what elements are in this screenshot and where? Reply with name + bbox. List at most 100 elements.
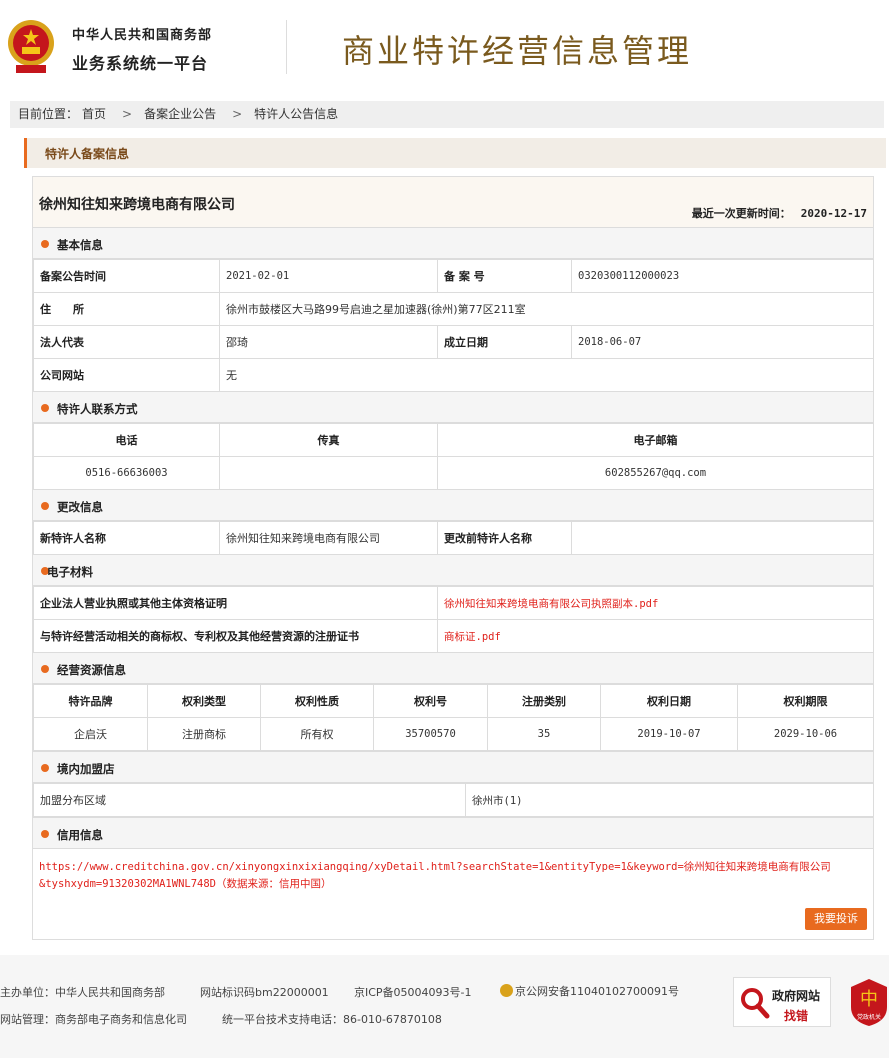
- table-row: 与特许经营活动相关的商标权、专利权及其他经营资源的注册证书 商标证.pdf: [33, 619, 874, 653]
- subhead-title: 经营资源信息: [57, 663, 126, 677]
- header: 中华人民共和国商务部 业务系统统一平台 商业特许经营信息管理: [0, 0, 889, 95]
- police-badge-icon: [500, 984, 513, 997]
- table-row: 0516-66636003 602855267@qq.com: [33, 456, 874, 490]
- subhead-title: 更改信息: [57, 500, 103, 514]
- gov-badge-line1: 政府网站: [772, 989, 821, 1003]
- subhead-title: 特许人联系方式: [57, 402, 138, 416]
- national-emblem-icon: [8, 20, 54, 73]
- bullet-icon: [41, 502, 49, 510]
- breadcrumb-separator: >: [232, 107, 243, 121]
- footer-support: 统一平台技术支持电话：86-010-67870108: [222, 1013, 442, 1026]
- subhead-title: 信用信息: [57, 828, 103, 842]
- website-label: 公司网站: [33, 358, 220, 392]
- subhead-materials: 电子材料: [33, 554, 873, 586]
- old-name-value: [571, 521, 874, 555]
- update-time-label: 最近一次更新时间：: [691, 207, 791, 220]
- column-header: 注册类别: [487, 684, 601, 718]
- company-name: 徐州知往知来跨境电商有限公司: [39, 197, 235, 213]
- column-header: 电话: [33, 423, 220, 457]
- table-row: 特许品牌 权利类型 权利性质 权利号 注册类别 权利日期 权利期限: [33, 684, 874, 718]
- publish-time-label: 备案公告时间: [33, 259, 220, 293]
- bullet-icon: [41, 665, 49, 673]
- subhead-title: 境内加盟店: [57, 762, 115, 776]
- phone-value: 0516-66636003: [33, 456, 220, 490]
- column-header: 权利号: [373, 684, 488, 718]
- table-cell: 所有权: [260, 717, 374, 751]
- gov-site-error-badge[interactable]: 政府网站 找错: [733, 977, 831, 1027]
- breadcrumb: 目前位置： 首页 > 备案企业公告 > 特许人公告信息: [10, 101, 884, 128]
- footer-police-text[interactable]: 京公网安备11040102700091号: [515, 985, 679, 998]
- org-name-line1: 中华人民共和国商务部: [72, 28, 213, 43]
- area-label: 加盟分布区域: [33, 783, 466, 817]
- table-cell: 2029-10-06: [737, 717, 874, 751]
- column-header: 电子邮箱: [437, 423, 874, 457]
- old-name-label: 更改前特许人名称: [437, 521, 572, 555]
- legal-rep-label: 法人代表: [33, 325, 220, 359]
- subhead-change: 更改信息: [33, 489, 873, 521]
- credit-link-line1[interactable]: https://www.creditchina.gov.cn/xinyongxi…: [39, 859, 869, 876]
- svg-text:中: 中: [860, 989, 878, 1010]
- table-cell: 企启沃: [33, 717, 148, 751]
- address-value: 徐州市鼓楼区大马路99号启迪之星加速器(徐州)第77区211室: [219, 292, 874, 326]
- column-header: 权利性质: [260, 684, 374, 718]
- email-value: 602855267@qq.com: [437, 456, 874, 490]
- materials-table: 企业法人营业执照或其他主体资格证明 徐州知往知来跨境电商有限公司执照副本.pdf…: [33, 586, 874, 653]
- credit-link[interactable]: https://www.creditchina.gov.cn/xinyongxi…: [39, 859, 869, 893]
- breadcrumb-home[interactable]: 首页: [82, 107, 106, 121]
- magnifier-icon: [741, 988, 770, 1019]
- franchisor-panel: 徐州知往知来跨境电商有限公司 最近一次更新时间： 2020-12-17 基本信息 …: [32, 176, 874, 940]
- subhead-resources: 经营资源信息: [33, 652, 873, 684]
- license-file-link[interactable]: 徐州知往知来跨境电商有限公司执照副本.pdf: [437, 586, 874, 620]
- table-row: 备案公告时间 2021-02-01 备 案 号 0320300112000023: [33, 259, 874, 293]
- table-cell: 2019-10-07: [600, 717, 738, 751]
- system-title: 商业特许经营信息管理: [342, 32, 693, 70]
- column-header: 权利日期: [600, 684, 738, 718]
- breadcrumb-separator: >: [122, 107, 133, 121]
- report-button[interactable]: 我要投诉: [805, 908, 867, 930]
- bullet-icon: [41, 830, 49, 838]
- founded-value: 2018-06-07: [571, 325, 874, 359]
- record-no-label: 备 案 号: [437, 259, 572, 293]
- table-cell: 注册商标: [147, 717, 261, 751]
- bullet-icon: [41, 764, 49, 772]
- org-name-line2: 业务系统统一平台: [72, 54, 209, 73]
- footer-management: 网站管理：商务部电子商务和信息化司: [0, 1013, 187, 1026]
- record-no-value: 0320300112000023: [571, 259, 874, 293]
- update-time-value: 2020-12-17: [800, 207, 867, 220]
- header-divider: [286, 20, 287, 74]
- table-cell: 35: [487, 717, 601, 751]
- subhead-title: 基本信息: [57, 238, 103, 252]
- domestic-table: 加盟分布区域 徐州市(1): [33, 783, 874, 817]
- table-row: 企业法人营业执照或其他主体资格证明 徐州知往知来跨境电商有限公司执照副本.pdf: [33, 586, 874, 620]
- breadcrumb-current: 特许人公告信息: [254, 107, 339, 121]
- party-badge-label: 党政机关: [857, 1013, 881, 1021]
- table-row: 法人代表 邵琦 成立日期 2018-06-07: [33, 325, 874, 359]
- new-name-value: 徐州知往知来跨境电商有限公司: [219, 521, 438, 555]
- publish-time-value: 2021-02-01: [219, 259, 438, 293]
- footer-police[interactable]: 京公网安备11040102700091号: [500, 983, 679, 999]
- table-row: 新特许人名称 徐州知往知来跨境电商有限公司 更改前特许人名称: [33, 521, 874, 555]
- area-value: 徐州市(1): [465, 783, 874, 817]
- founded-label: 成立日期: [437, 325, 572, 359]
- party-gov-badge-icon[interactable]: 中 党政机关: [849, 977, 889, 1027]
- ip-cert-label: 与特许经营活动相关的商标权、专利权及其他经营资源的注册证书: [33, 619, 438, 653]
- contact-table: 电话 传真 电子邮箱 0516-66636003 602855267@qq.co…: [33, 423, 874, 490]
- subhead-title: 电子材料: [47, 565, 93, 579]
- ip-cert-file-link[interactable]: 商标证.pdf: [437, 619, 874, 653]
- update-time: 最近一次更新时间： 2020-12-17: [692, 205, 867, 221]
- resources-table: 特许品牌 权利类型 权利性质 权利号 注册类别 权利日期 权利期限 企启沃 注册…: [33, 684, 874, 751]
- breadcrumb-notices[interactable]: 备案企业公告: [144, 107, 216, 121]
- company-header: 徐州知往知来跨境电商有限公司 最近一次更新时间： 2020-12-17: [33, 177, 873, 227]
- table-row: 企启沃 注册商标 所有权 35700570 35 2019-10-07 2029…: [33, 717, 874, 751]
- credit-link-line2[interactable]: &tyshxydm=91320302MA1WNL748D（数据来源：信用中国）: [39, 876, 869, 893]
- change-table: 新特许人名称 徐州知往知来跨境电商有限公司 更改前特许人名称: [33, 521, 874, 555]
- bullet-icon: [41, 404, 49, 412]
- footer-icp-link[interactable]: 京ICP备05004093号-1: [354, 984, 472, 1000]
- table-row: 住 所 徐州市鼓楼区大马路99号启迪之星加速器(徐州)第77区211室: [33, 292, 874, 326]
- footer: 主办单位：中华人民共和国商务部 网站标识码bm22000001 京ICP备050…: [0, 955, 889, 1058]
- new-name-label: 新特许人名称: [33, 521, 220, 555]
- breadcrumb-prefix: 目前位置：: [18, 107, 79, 121]
- footer-sponsor: 主办单位：中华人民共和国商务部: [0, 986, 165, 999]
- website-value: 无: [219, 358, 874, 392]
- fax-value: [219, 456, 438, 490]
